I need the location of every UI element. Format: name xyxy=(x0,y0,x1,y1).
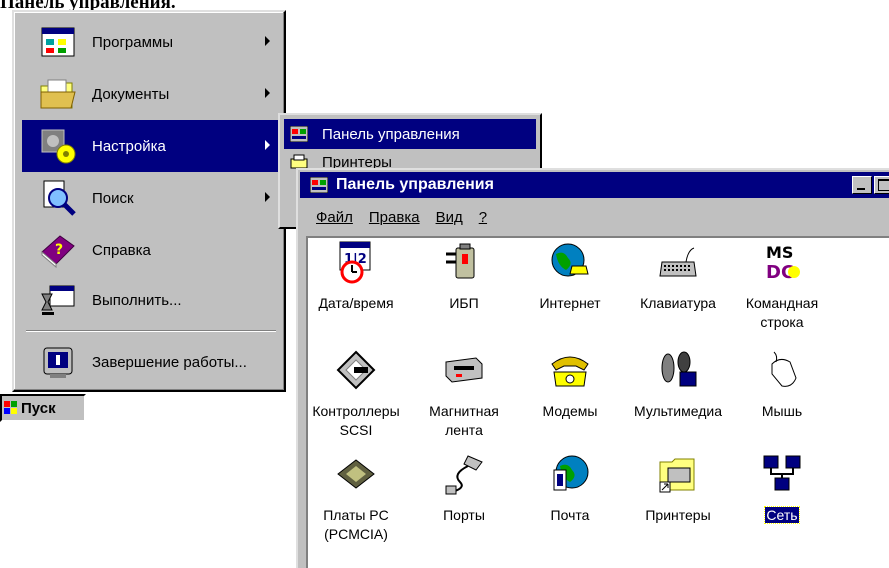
applet-network[interactable]: Сеть xyxy=(732,452,832,525)
applet-label: Дата/время xyxy=(318,295,394,311)
applet-ports[interactable]: Порты xyxy=(414,452,514,525)
submenu-arrow-icon xyxy=(265,140,270,150)
applet-ups[interactable]: ИБП xyxy=(414,240,514,313)
menu-item-label: Программы xyxy=(92,33,174,51)
menu-item-settings[interactable]: Настройка xyxy=(22,120,280,172)
scsi-controller-icon xyxy=(336,350,376,390)
applet-mouse[interactable]: Мышь xyxy=(732,348,832,421)
title-bar[interactable]: Панель управления xyxy=(300,172,889,198)
applet-keyboard[interactable]: Клавиатура xyxy=(628,240,728,313)
control-panel-icon xyxy=(290,126,308,142)
help-book-icon: ? xyxy=(41,235,75,269)
globe-phone-icon xyxy=(551,243,589,277)
start-menu: Программы Документы Настройка Поиск ? Сп… xyxy=(12,10,286,392)
run-icon xyxy=(41,285,75,315)
menu-separator xyxy=(26,330,276,332)
menu-item-label: Справка xyxy=(92,241,151,259)
applet-label: Почта xyxy=(550,507,590,523)
submenu-arrow-icon xyxy=(265,88,270,98)
ms-dos-icon: MS DC xyxy=(766,243,800,283)
start-button-label: Пуск xyxy=(21,399,56,417)
control-panel-icon xyxy=(310,177,328,193)
control-panel-window: Панель управления Файл Правка Вид ? 1|2 … xyxy=(296,168,889,568)
menu-item-label: Выполнить... xyxy=(92,291,182,309)
applet-pcmcia[interactable]: Платы PC (PCMCIA) xyxy=(306,452,406,544)
maximize-icon xyxy=(878,179,889,191)
submenu-item-label: Панель управления xyxy=(322,125,460,143)
applet-tape-drive[interactable]: Магнитная лента xyxy=(414,348,514,440)
applet-internet[interactable]: Интернет xyxy=(520,240,620,313)
port-connector-icon xyxy=(445,455,483,495)
applet-label: Сеть xyxy=(732,506,832,525)
menu-item-search[interactable]: Поиск xyxy=(22,172,280,224)
applet-label: Командная строка xyxy=(745,295,819,330)
submenu-arrow-icon xyxy=(265,36,270,46)
mouse-icon xyxy=(771,351,797,387)
menu-item-label: Поиск xyxy=(92,189,134,207)
multimedia-icon xyxy=(661,351,697,387)
window-title: Панель управления xyxy=(336,176,494,193)
applet-label: Порты xyxy=(443,507,485,523)
menu-item-documents[interactable]: Документы xyxy=(22,68,280,120)
applet-label: Магнитная лента xyxy=(429,403,499,438)
pc-card-icon xyxy=(337,459,375,489)
menu-edit[interactable]: Правка xyxy=(369,209,420,226)
menu-view[interactable]: Вид xyxy=(436,209,463,226)
minimize-button[interactable] xyxy=(852,176,872,194)
settings-icon xyxy=(41,129,76,164)
maximize-button[interactable] xyxy=(874,176,889,194)
calendar-clock-icon: 1|2 xyxy=(339,241,371,284)
mail-globe-icon xyxy=(553,455,589,491)
applet-multimedia[interactable]: Мультимедиа xyxy=(628,348,728,421)
start-button[interactable]: Пуск xyxy=(0,394,86,422)
applet-printers[interactable]: Принтеры xyxy=(628,452,728,525)
menu-item-help[interactable]: ? Справка xyxy=(22,224,280,276)
icon-view: 1|2 Дата/время ИБП Интернет Клавиатура M… xyxy=(306,236,889,568)
minimize-icon xyxy=(857,188,865,190)
applet-label: Принтеры xyxy=(645,507,711,523)
applet-command-prompt[interactable]: MS DC Командная строка xyxy=(732,240,832,332)
applet-label-text: Сеть xyxy=(764,506,800,524)
keyboard-icon xyxy=(659,247,697,277)
shutdown-icon xyxy=(43,347,73,378)
submenu-item-control-panel[interactable]: Панель управления xyxy=(284,119,536,149)
tape-drive-icon xyxy=(445,357,483,383)
windows-flag-icon xyxy=(4,401,17,414)
submenu-arrow-icon xyxy=(265,192,270,202)
svg-text:MS: MS xyxy=(766,243,793,262)
menu-item-run[interactable]: Выполнить... xyxy=(22,274,280,326)
applet-label: Платы PC (PCMCIA) xyxy=(323,507,389,542)
svg-text:?: ? xyxy=(55,242,63,258)
network-icon xyxy=(763,455,801,491)
menu-item-label: Настройка xyxy=(92,137,166,155)
applet-label: Клавиатура xyxy=(640,295,716,311)
search-icon xyxy=(43,180,76,216)
menu-file[interactable]: Файл xyxy=(316,209,353,226)
applet-modems[interactable]: Модемы xyxy=(520,348,620,421)
applet-date-time[interactable]: 1|2 Дата/время xyxy=(306,240,406,313)
applet-label: Мультимедиа xyxy=(634,403,722,419)
phone-icon xyxy=(551,356,589,387)
applet-label: Мышь xyxy=(761,403,803,419)
programs-icon xyxy=(41,27,75,57)
menu-bar: Файл Правка Вид ? xyxy=(300,202,889,232)
menu-item-programs[interactable]: Программы xyxy=(22,16,280,68)
applet-label: Контроллеры SCSI xyxy=(312,403,400,438)
printer-folder-icon xyxy=(659,458,695,493)
menu-item-shutdown[interactable]: Завершение работы... xyxy=(22,336,280,388)
menu-item-label: Документы xyxy=(92,85,170,103)
applet-label: Модемы xyxy=(542,403,598,419)
menu-help[interactable]: ? xyxy=(479,209,487,226)
applet-label: ИБП xyxy=(449,295,479,311)
applet-scsi[interactable]: Контроллеры SCSI xyxy=(306,348,406,440)
applet-label: Интернет xyxy=(539,295,601,311)
menu-item-label: Завершение работы... xyxy=(92,353,247,371)
applet-mail[interactable]: Почта xyxy=(520,452,620,525)
documents-icon xyxy=(40,79,76,109)
battery-icon xyxy=(446,243,475,279)
